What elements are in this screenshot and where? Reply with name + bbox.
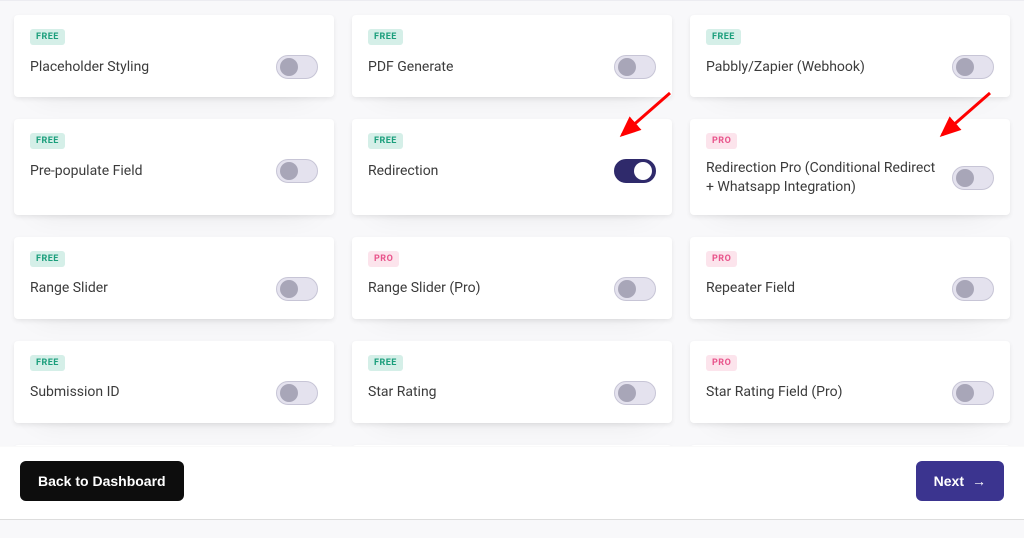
module-card-repeater-field: PRO Repeater Field (690, 237, 1010, 319)
module-toggle-range-slider[interactable] (276, 277, 318, 301)
module-label: Repeater Field (706, 279, 942, 298)
toggle-knob (280, 162, 298, 180)
module-toggle-redirection[interactable] (614, 159, 656, 183)
module-card-pabbly-zapier-webhook: FREE Pabbly/Zapier (Webhook) (690, 15, 1010, 97)
module-label: Placeholder Styling (30, 58, 266, 77)
module-label: Range Slider (Pro) (368, 279, 604, 298)
module-toggle-star-rating-field-pro[interactable] (952, 381, 994, 405)
toggle-knob (956, 384, 974, 402)
module-card-star-rating: FREE Star Rating (352, 341, 672, 423)
tier-badge: FREE (30, 29, 65, 45)
toggle-knob (618, 384, 636, 402)
module-label: Star Rating (368, 383, 604, 402)
arrow-right-icon: → (972, 474, 986, 488)
tier-badge: PRO (706, 251, 737, 267)
module-label: Pre-populate Field (30, 162, 266, 181)
module-card-placeholder-styling: FREE Placeholder Styling (14, 15, 334, 97)
module-label: Star Rating Field (Pro) (706, 383, 942, 402)
module-card-pdf-generate: FREE PDF Generate (352, 15, 672, 97)
module-card-range-slider: FREE Range Slider (14, 237, 334, 319)
module-toggle-pabbly-zapier-webhook[interactable] (952, 55, 994, 79)
tier-badge: FREE (368, 133, 403, 149)
module-label: Pabbly/Zapier (Webhook) (706, 58, 942, 77)
next-label: Next (934, 473, 964, 489)
toggle-knob (956, 169, 974, 187)
tier-badge: FREE (368, 29, 403, 45)
toggle-knob (956, 58, 974, 76)
back-label: Back to Dashboard (38, 473, 166, 489)
module-toggle-range-slider-pro[interactable] (614, 277, 656, 301)
toggle-knob (280, 280, 298, 298)
toggle-knob (618, 280, 636, 298)
back-to-dashboard-button[interactable]: Back to Dashboard (20, 461, 184, 501)
tier-badge: FREE (706, 29, 741, 45)
module-toggle-submission-id[interactable] (276, 381, 318, 405)
module-label: Submission ID (30, 383, 266, 402)
tier-badge: FREE (30, 355, 65, 371)
module-toggle-star-rating[interactable] (614, 381, 656, 405)
toggle-knob (956, 280, 974, 298)
module-card-submission-id: FREE Submission ID (14, 341, 334, 423)
module-card-redirection-pro: PRO Redirection Pro (Conditional Redirect… (690, 119, 1010, 215)
module-toggle-redirection-pro[interactable] (952, 166, 994, 190)
toggle-knob (280, 58, 298, 76)
module-label: PDF Generate (368, 58, 604, 77)
module-card-star-rating-field-pro: PRO Star Rating Field (Pro) (690, 341, 1010, 423)
module-label: Redirection Pro (Conditional Redirect + … (706, 159, 942, 197)
footer-bar: Back to Dashboard Next → (0, 446, 1024, 519)
module-label: Range Slider (30, 279, 266, 298)
tier-badge: FREE (30, 251, 65, 267)
module-toggle-placeholder-styling[interactable] (276, 55, 318, 79)
module-grid: FREEPlaceholder StylingFREEPDF GenerateF… (14, 1, 1010, 481)
toggle-knob (280, 384, 298, 402)
module-toggle-repeater-field[interactable] (952, 277, 994, 301)
module-card-range-slider-pro: PRO Range Slider (Pro) (352, 237, 672, 319)
tier-badge: PRO (368, 251, 399, 267)
toggle-knob (634, 162, 652, 180)
module-label: Redirection (368, 162, 604, 181)
tier-badge: FREE (368, 355, 403, 371)
toggle-knob (618, 58, 636, 76)
module-toggle-pdf-generate[interactable] (614, 55, 656, 79)
module-card-redirection: FREE Redirection (352, 119, 672, 215)
tier-badge: PRO (706, 133, 737, 149)
tier-badge: FREE (30, 133, 65, 149)
next-button[interactable]: Next → (916, 461, 1004, 501)
module-card-pre-populate-field: FREE Pre-populate Field (14, 119, 334, 215)
module-toggle-pre-populate-field[interactable] (276, 159, 318, 183)
tier-badge: PRO (706, 355, 737, 371)
